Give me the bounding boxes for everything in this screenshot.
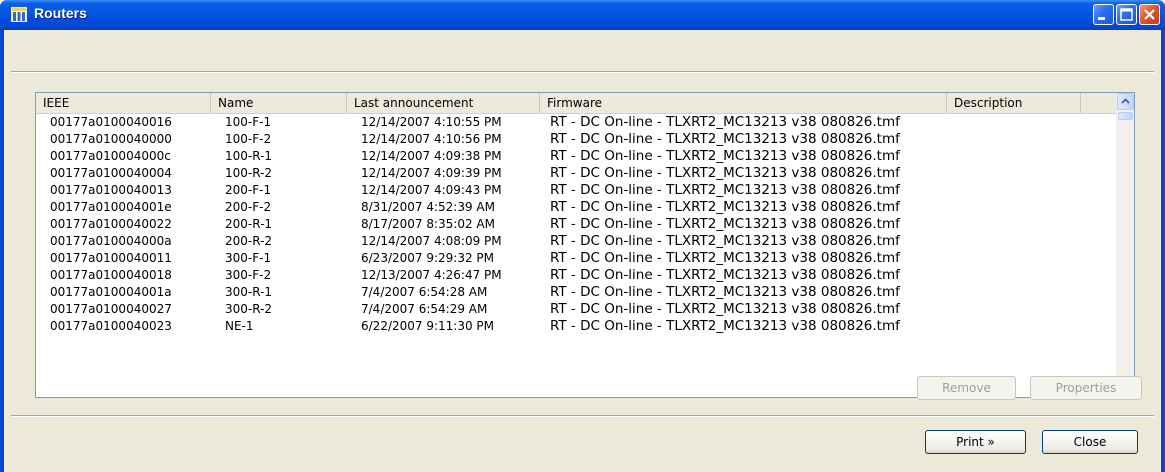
title-bar[interactable]: Routers <box>0 0 1165 30</box>
cell-name: 200-R-2 <box>225 234 273 248</box>
close-window-button[interactable] <box>1139 4 1160 25</box>
table-row[interactable]: 00177a0100040016 100-F-1 12/14/2007 4:10:5… <box>36 114 1117 131</box>
table-row[interactable]: 00177a0100040027 300-R-2 7/4/2007 6:54:29 … <box>36 301 1117 318</box>
routers-window: Routers IEEE Name Last announcement Firm… <box>0 0 1165 472</box>
cell-firmware: RT - DC On-line - TLXRT2_MC13213 v38 080… <box>550 301 900 317</box>
cell-ieee: 00177a0100040004 <box>50 166 172 180</box>
cell-name: NE-1 <box>225 319 254 333</box>
vertical-scrollbar[interactable] <box>1116 93 1134 397</box>
cell-ieee: 00177a010004000c <box>50 149 171 163</box>
cell-name: 100-R-2 <box>225 166 273 180</box>
table-row[interactable]: 00177a0100040013 200-F-1 12/14/2007 4:09:4… <box>36 182 1117 199</box>
cell-firmware: RT - DC On-line - TLXRT2_MC13213 v38 080… <box>550 216 900 232</box>
properties-button[interactable]: Properties <box>1030 376 1142 400</box>
cell-firmware: RT - DC On-line - TLXRT2_MC13213 v38 080… <box>550 284 900 300</box>
arrow-up-icon <box>1118 98 1133 112</box>
column-header-description[interactable]: Description <box>947 93 1081 113</box>
table-row[interactable]: 00177a010004000a 200-R-2 12/14/2007 4:08:0… <box>36 233 1117 250</box>
cell-ieee: 00177a010004001a <box>50 285 172 299</box>
dialog-body: IEEE Name Last announcement Firmware Des… <box>4 30 1161 472</box>
cell-name: 200-R-1 <box>225 217 273 231</box>
cell-last-announcement: 7/4/2007 6:54:28 AM <box>361 285 488 299</box>
column-header-ieee[interactable]: IEEE <box>36 93 211 113</box>
column-header-last-announcement[interactable]: Last announcement <box>347 93 540 113</box>
bottom-separator <box>11 415 1154 417</box>
print-button[interactable]: Print » <box>925 430 1026 454</box>
close-button[interactable]: Close <box>1042 430 1138 454</box>
table-row[interactable]: 00177a0100040004 100-R-2 12/14/2007 4:09:3… <box>36 165 1117 182</box>
cell-last-announcement: 12/13/2007 4:26:47 PM <box>361 268 502 282</box>
table-row[interactable]: 00177a0100040022 200-R-1 8/17/2007 8:35:02… <box>36 216 1117 233</box>
cell-ieee: 00177a0100040013 <box>50 183 172 197</box>
list-rows: 00177a0100040016 100-F-1 12/14/2007 4:10:5… <box>36 114 1117 397</box>
maximize-button[interactable] <box>1116 4 1137 25</box>
column-header-name[interactable]: Name <box>211 93 347 113</box>
cell-ieee: 00177a010004001e <box>50 200 172 214</box>
table-row[interactable]: 00177a0100040000 100-F-2 12/14/2007 4:10:5… <box>36 131 1117 148</box>
table-row[interactable]: 00177a010004001a 300-R-1 7/4/2007 6:54:28 … <box>36 284 1117 301</box>
cell-ieee: 00177a0100040027 <box>50 302 172 316</box>
close-icon <box>1140 9 1159 27</box>
cell-last-announcement: 12/14/2007 4:09:43 PM <box>361 183 502 197</box>
table-row[interactable]: 00177a010004001e 200-F-2 8/31/2007 4:52:39… <box>36 199 1117 216</box>
list-header: IEEE Name Last announcement Firmware Des… <box>36 93 1117 114</box>
minimize-button[interactable] <box>1093 4 1114 25</box>
cell-firmware: RT - DC On-line - TLXRT2_MC13213 v38 080… <box>550 267 900 283</box>
cell-last-announcement: 12/14/2007 4:10:56 PM <box>361 132 502 146</box>
cell-name: 300-F-1 <box>225 251 272 265</box>
cell-firmware: RT - DC On-line - TLXRT2_MC13213 v38 080… <box>550 199 900 215</box>
column-header-firmware[interactable]: Firmware <box>540 93 947 113</box>
routers-list[interactable]: IEEE Name Last announcement Firmware Des… <box>35 92 1135 398</box>
cell-ieee: 00177a0100040022 <box>50 217 172 231</box>
cell-firmware: RT - DC On-line - TLXRT2_MC13213 v38 080… <box>550 250 900 266</box>
cell-firmware: RT - DC On-line - TLXRT2_MC13213 v38 080… <box>550 114 900 130</box>
scroll-thumb[interactable] <box>1118 112 1133 120</box>
cell-ieee: 00177a0100040023 <box>50 319 172 333</box>
cell-name: 100-F-2 <box>225 132 272 146</box>
cell-ieee: 00177a0100040016 <box>50 115 172 129</box>
maximize-icon <box>1117 8 1136 27</box>
cell-last-announcement: 8/31/2007 4:52:39 AM <box>361 200 495 214</box>
cell-last-announcement: 6/22/2007 9:11:30 PM <box>361 319 495 333</box>
cell-last-announcement: 7/4/2007 6:54:29 AM <box>361 302 488 316</box>
cell-name: 300-F-2 <box>225 268 272 282</box>
cell-last-announcement: 6/23/2007 9:29:32 PM <box>361 251 495 265</box>
cell-firmware: RT - DC On-line - TLXRT2_MC13213 v38 080… <box>550 131 900 147</box>
scroll-up-button[interactable] <box>1117 93 1134 110</box>
cell-ieee: 00177a010004000a <box>50 234 172 248</box>
cell-last-announcement: 12/14/2007 4:09:38 PM <box>361 149 502 163</box>
cell-name: 100-F-1 <box>225 115 272 129</box>
cell-last-announcement: 12/14/2007 4:09:39 PM <box>361 166 502 180</box>
table-row[interactable]: 00177a0100040011 300-F-1 6/23/2007 9:29:32… <box>36 250 1117 267</box>
cell-firmware: RT - DC On-line - TLXRT2_MC13213 v38 080… <box>550 165 900 181</box>
cell-ieee: 00177a0100040018 <box>50 268 172 282</box>
window-title: Routers <box>34 5 87 21</box>
cell-name: 200-F-2 <box>225 200 272 214</box>
cell-last-announcement: 8/17/2007 8:35:02 AM <box>361 217 495 231</box>
table-row[interactable]: 00177a010004000c 100-R-1 12/14/2007 4:09:3… <box>36 148 1117 165</box>
cell-firmware: RT - DC On-line - TLXRT2_MC13213 v38 080… <box>550 233 900 249</box>
cell-ieee: 00177a0100040011 <box>50 251 172 265</box>
cell-firmware: RT - DC On-line - TLXRT2_MC13213 v38 080… <box>550 182 900 198</box>
cell-name: 300-R-2 <box>225 302 273 316</box>
cell-ieee: 00177a0100040000 <box>50 132 172 146</box>
cell-last-announcement: 12/14/2007 4:10:55 PM <box>361 115 502 129</box>
cell-name: 300-R-1 <box>225 285 273 299</box>
remove-button[interactable]: Remove <box>917 376 1016 400</box>
minimize-icon <box>1094 13 1113 27</box>
cell-firmware: RT - DC On-line - TLXRT2_MC13213 v38 080… <box>550 318 900 334</box>
cell-firmware: RT - DC On-line - TLXRT2_MC13213 v38 080… <box>550 148 900 164</box>
top-separator <box>11 71 1154 73</box>
window-icon <box>10 6 28 23</box>
cell-name: 200-F-1 <box>225 183 272 197</box>
cell-last-announcement: 12/14/2007 4:08:09 PM <box>361 234 502 248</box>
cell-name: 100-R-1 <box>225 149 273 163</box>
table-row[interactable]: 00177a0100040018 300-F-2 12/13/2007 4:26:4… <box>36 267 1117 284</box>
table-row[interactable]: 00177a0100040023 NE-1 6/22/2007 9:11:30 PM… <box>36 318 1117 335</box>
